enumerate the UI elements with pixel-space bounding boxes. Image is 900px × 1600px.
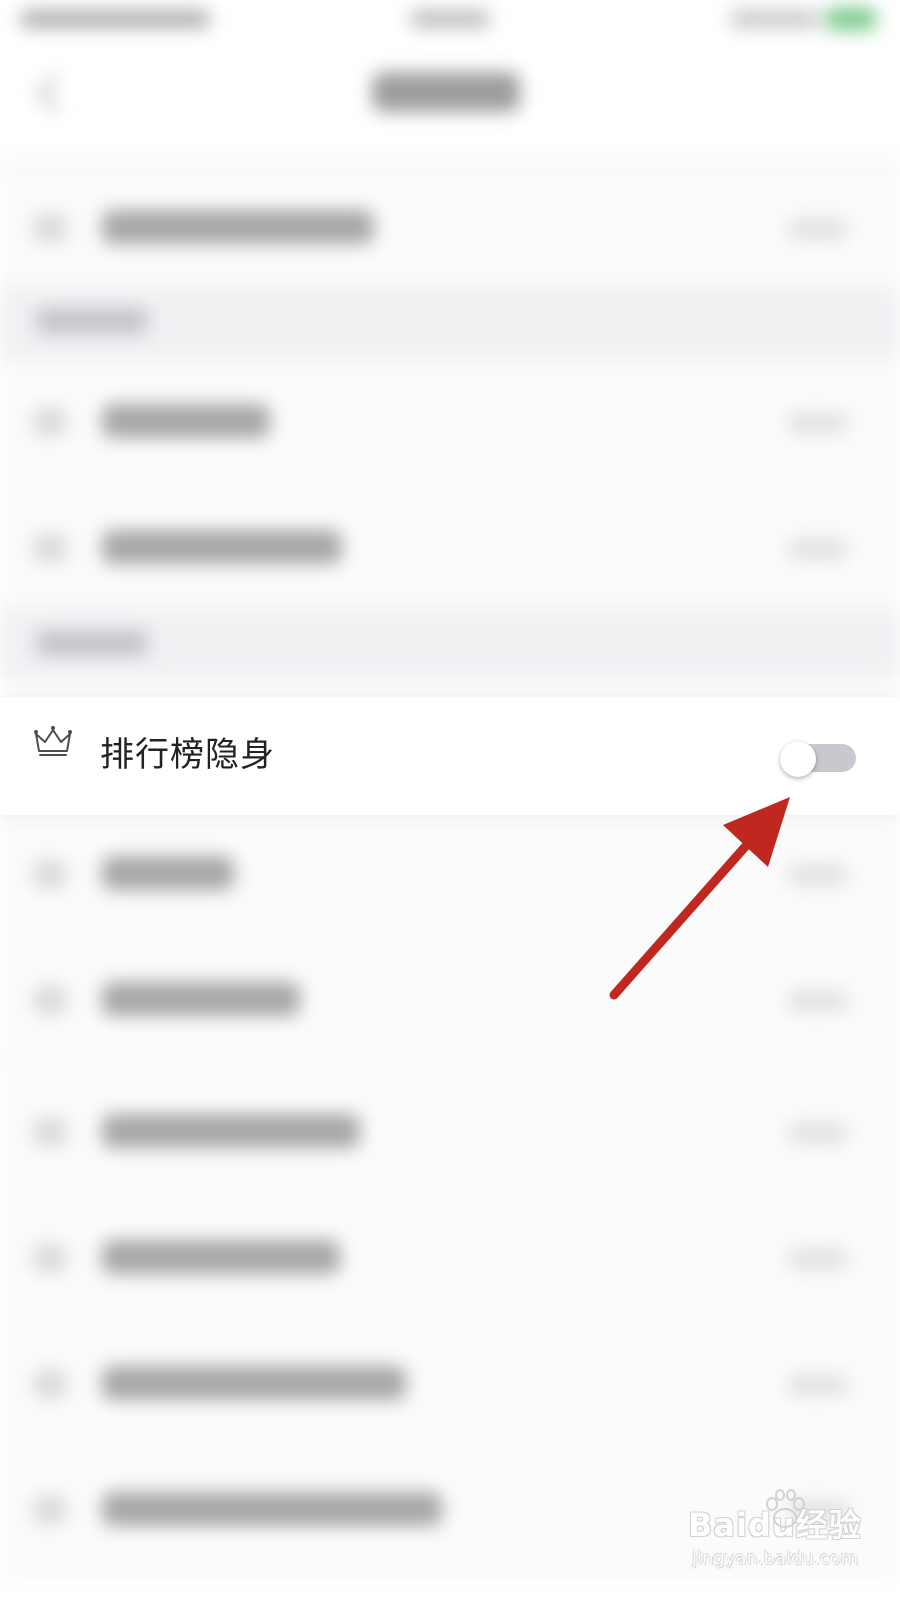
row-value [788, 1374, 848, 1396]
list-item[interactable] [0, 166, 900, 294]
paw-logo-icon [766, 1489, 805, 1528]
status-bar [0, 0, 900, 50]
row-value [788, 538, 848, 560]
phone-screen: 排行榜隐身 Baidu经验 jingyan.baidu.com [0, 0, 900, 1600]
back-icon[interactable] [36, 74, 75, 113]
row-label [102, 210, 374, 244]
row-value [788, 1122, 848, 1144]
nav-bar [0, 50, 900, 170]
row-label [102, 1114, 360, 1148]
section-header [0, 286, 900, 360]
row-value [788, 1248, 848, 1270]
row-label [102, 1366, 406, 1400]
section-title [36, 308, 148, 334]
row-label [102, 856, 234, 890]
row-label [102, 530, 342, 564]
row-icon [34, 1496, 66, 1524]
baidu-jingyan-watermark: Baidu经验 jingyan.baidu.com [688, 1489, 868, 1588]
annotation-arrow-icon [609, 797, 790, 1000]
row-icon [34, 1244, 66, 1272]
row-icon [34, 408, 66, 436]
status-clock [410, 10, 490, 28]
status-carrier [20, 10, 210, 28]
row-icon [34, 534, 66, 562]
list-item[interactable] [0, 1196, 900, 1324]
toggle-knob [780, 741, 816, 777]
leaderboard-stealth-toggle[interactable] [780, 741, 856, 777]
row-icon [34, 1370, 66, 1398]
row-icon [34, 214, 66, 242]
row-label [102, 1240, 340, 1274]
leaderboard-stealth-label: 排行榜隐身 [100, 735, 275, 775]
section-title [36, 630, 148, 656]
row-label [102, 404, 270, 438]
row-label [102, 1492, 442, 1526]
row-label [102, 982, 300, 1016]
row-value [788, 412, 848, 434]
row-icon [34, 860, 66, 888]
list-item[interactable] [0, 360, 900, 488]
list-item[interactable] [0, 1322, 900, 1450]
row-icon [34, 986, 66, 1014]
page-title [372, 72, 520, 112]
row-value [788, 218, 848, 240]
row-icon [34, 1118, 66, 1146]
status-indicators [730, 10, 820, 28]
crown-icon [34, 726, 72, 756]
list-item[interactable] [0, 1070, 900, 1198]
section-header [0, 608, 900, 682]
watermark-url: jingyan.baidu.com [692, 1548, 859, 1569]
list-item[interactable] [0, 486, 900, 614]
battery-icon [826, 8, 876, 30]
